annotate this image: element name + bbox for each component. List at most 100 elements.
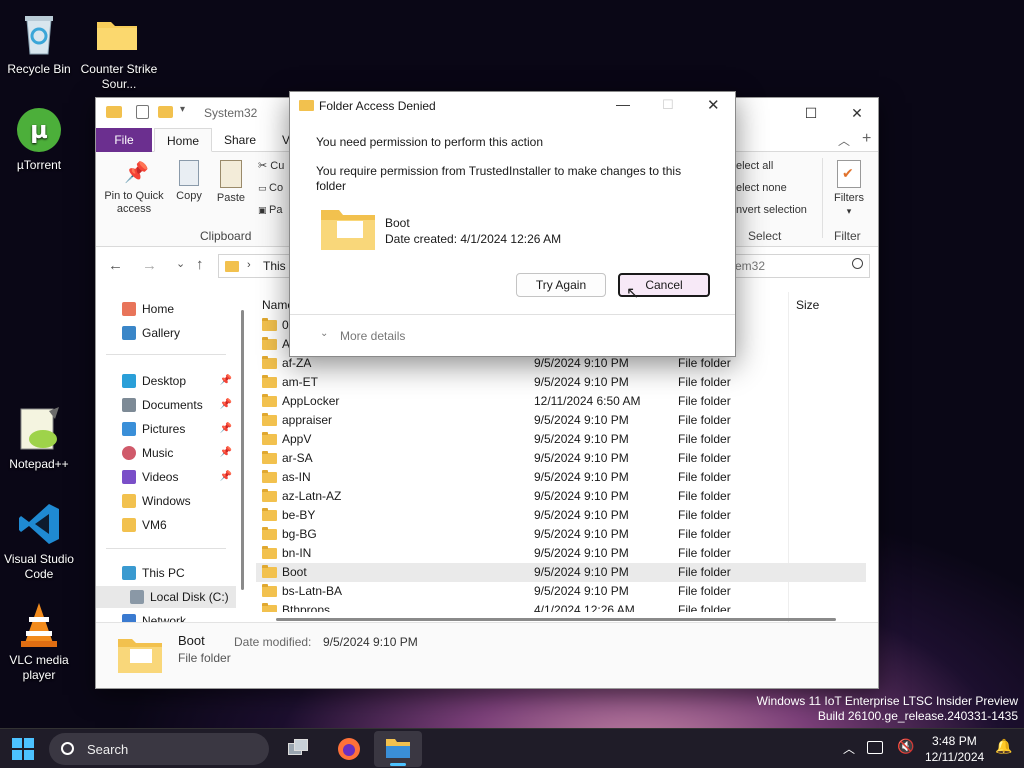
tab-file[interactable]: File	[96, 128, 152, 152]
recent-locations-icon[interactable]: ⌄	[176, 257, 185, 270]
nav-item-documents[interactable]: Documents 📌	[96, 394, 236, 416]
nav-separator	[106, 548, 226, 549]
quick-access-properties-icon[interactable]	[136, 105, 149, 119]
start-button[interactable]	[12, 738, 34, 760]
new-folder-icon[interactable]	[158, 106, 173, 118]
paste-shortcut-button[interactable]: ▣ Pa	[258, 204, 282, 217]
desktop-icon-utorrent[interactable]: µ µTorrent	[1, 106, 77, 173]
copy-button[interactable]: Copy	[172, 160, 206, 203]
back-arrow-icon[interactable]: ←	[108, 257, 123, 274]
tab-share[interactable]: Share	[212, 128, 268, 152]
cut-label: Cu	[270, 160, 285, 172]
table-row[interactable]: bg-BG 9/5/2024 9:10 PM File folder	[256, 525, 866, 544]
filters-label: Filters	[834, 192, 864, 204]
cut-button[interactable]: ✂ Cu	[258, 160, 284, 173]
file-explorer-taskbar-button[interactable]	[374, 731, 422, 767]
breadcrumb-this-pc[interactable]: This	[263, 259, 286, 273]
forward-arrow-icon[interactable]: →	[142, 257, 157, 274]
paste-button[interactable]: Paste	[214, 160, 248, 205]
watermark-line2: Build 26100.ge_release.240331-1435	[817, 709, 1018, 723]
ribbon-separator	[822, 158, 823, 238]
nav-item-home[interactable]: Home	[96, 298, 236, 320]
volume-muted-icon[interactable]: 🔇	[897, 738, 914, 755]
folder-icon	[262, 451, 277, 464]
network-icon[interactable]	[867, 741, 883, 754]
dialog-titlebar[interactable]: Folder Access Denied — ☐ ✕	[290, 92, 735, 120]
desktop-icon-vlc[interactable]: VLC media player	[1, 601, 77, 683]
desktop-icon-counter-strike[interactable]: Counter Strike Sour...	[79, 10, 157, 92]
chevron-down-icon[interactable]: ▾	[180, 104, 185, 115]
nav-item-videos[interactable]: Videos 📌	[96, 466, 236, 488]
computer-icon	[122, 566, 136, 580]
nav-scrollbar[interactable]	[241, 310, 244, 590]
search-box[interactable]: em32	[726, 254, 870, 278]
chevron-down-icon[interactable]: ⌄	[320, 328, 328, 339]
invert-selection-button[interactable]: nvert selection	[736, 204, 807, 217]
nav-item-vm6[interactable]: VM6	[96, 514, 236, 536]
details-modified-value: 9/5/2024 9:10 PM	[323, 635, 418, 649]
clock-time[interactable]: 3:48 PM	[932, 734, 977, 748]
pin-icon[interactable]: 📌	[220, 418, 232, 440]
table-row[interactable]: be-BY 9/5/2024 9:10 PM File folder	[256, 506, 866, 525]
table-row[interactable]: AppLocker 12/11/2024 6:50 AM File folder	[256, 392, 866, 411]
close-icon[interactable]: ✕	[707, 96, 720, 114]
nav-label: VM6	[142, 518, 167, 532]
column-header-size[interactable]: Size	[796, 298, 819, 312]
nav-item-gallery[interactable]: Gallery	[96, 322, 236, 344]
select-all-label: elect all	[736, 160, 774, 172]
close-icon[interactable]: ✕	[834, 98, 880, 128]
tab-home[interactable]: Home	[154, 128, 213, 152]
desktop-icon-vscode[interactable]: Visual Studio Code	[1, 500, 77, 582]
table-row[interactable]: as-IN 9/5/2024 9:10 PM File folder	[256, 468, 866, 487]
pin-icon[interactable]: 📌	[220, 370, 232, 392]
folder-icon	[118, 639, 162, 673]
help-plus-icon[interactable]: +	[862, 130, 871, 148]
try-again-button[interactable]: Try Again	[516, 273, 606, 297]
task-view-button[interactable]	[286, 739, 310, 759]
dialog-item-name: Boot	[385, 216, 410, 230]
nav-item-this-pc[interactable]: This PC	[96, 562, 236, 584]
table-row[interactable]: AppV 9/5/2024 9:10 PM File folder	[256, 430, 866, 449]
desktop-icon-recycle-bin[interactable]: Recycle Bin	[1, 10, 77, 77]
select-group-label: Select	[748, 229, 782, 243]
table-row-selected[interactable]: Boot 9/5/2024 9:10 PM File folder	[256, 563, 866, 582]
copy-path-button[interactable]: ▭ Co	[258, 182, 283, 195]
more-details-toggle[interactable]: More details	[340, 329, 405, 343]
nav-item-local-disk[interactable]: Local Disk (C:)	[96, 586, 236, 608]
table-row[interactable]: bs-Latn-BA 9/5/2024 9:10 PM File folder	[256, 582, 866, 601]
firefox-taskbar-button[interactable]	[337, 737, 361, 761]
maximize-icon[interactable]: ☐	[788, 98, 834, 128]
collapse-ribbon-icon[interactable]: ︿	[838, 132, 850, 149]
chevron-up-icon[interactable]: ︿	[843, 740, 855, 757]
table-row[interactable]: ar-SA 9/5/2024 9:10 PM File folder	[256, 449, 866, 468]
taskbar-search[interactable]: Search	[49, 733, 269, 765]
nav-item-music[interactable]: Music 📌	[96, 442, 236, 464]
nav-item-windows[interactable]: Windows	[96, 490, 236, 512]
copy-icon	[179, 160, 199, 186]
clock-date[interactable]: 12/11/2024	[925, 750, 984, 764]
table-row[interactable]: am-ET 9/5/2024 9:10 PM File folder	[256, 373, 866, 392]
horizontal-scrollbar[interactable]	[276, 618, 836, 621]
select-none-button[interactable]: elect none	[736, 182, 787, 195]
notifications-bell-icon[interactable]: 🔔	[995, 738, 1012, 755]
minimize-icon[interactable]: —	[616, 96, 630, 112]
pin-icon[interactable]: 📌	[220, 394, 232, 416]
nav-label: This PC	[142, 566, 185, 580]
table-row[interactable]: bn-IN 9/5/2024 9:10 PM File folder	[256, 544, 866, 563]
desktop-icon-notepadpp[interactable]: Notepad++	[1, 405, 77, 472]
pin-icon[interactable]: 📌	[220, 442, 232, 464]
desktop-icon	[122, 374, 136, 388]
nav-item-desktop[interactable]: Desktop 📌	[96, 370, 236, 392]
table-row[interactable]: appraiser 9/5/2024 9:10 PM File folder	[256, 411, 866, 430]
windows-watermark: Windows 11 IoT Enterprise LTSC Insider P…	[757, 694, 1018, 724]
nav-item-pictures[interactable]: Pictures 📌	[96, 418, 236, 440]
pin-icon[interactable]: 📌	[220, 466, 232, 488]
up-arrow-icon[interactable]: ↑	[196, 256, 204, 273]
dialog-heading: You need permission to perform this acti…	[316, 135, 544, 149]
table-row[interactable]: Bthprops 4/1/2024 12:26 AM File folder	[256, 601, 866, 612]
pin-to-quick-access-button[interactable]: 📌 Pin to Quick access	[102, 160, 166, 216]
filters-button[interactable]: ✔ Filters ▾	[828, 160, 870, 218]
table-row[interactable]: az-Latn-AZ 9/5/2024 9:10 PM File folder	[256, 487, 866, 506]
cut-icon: ✂	[258, 160, 271, 172]
select-all-button[interactable]: elect all	[736, 160, 773, 173]
